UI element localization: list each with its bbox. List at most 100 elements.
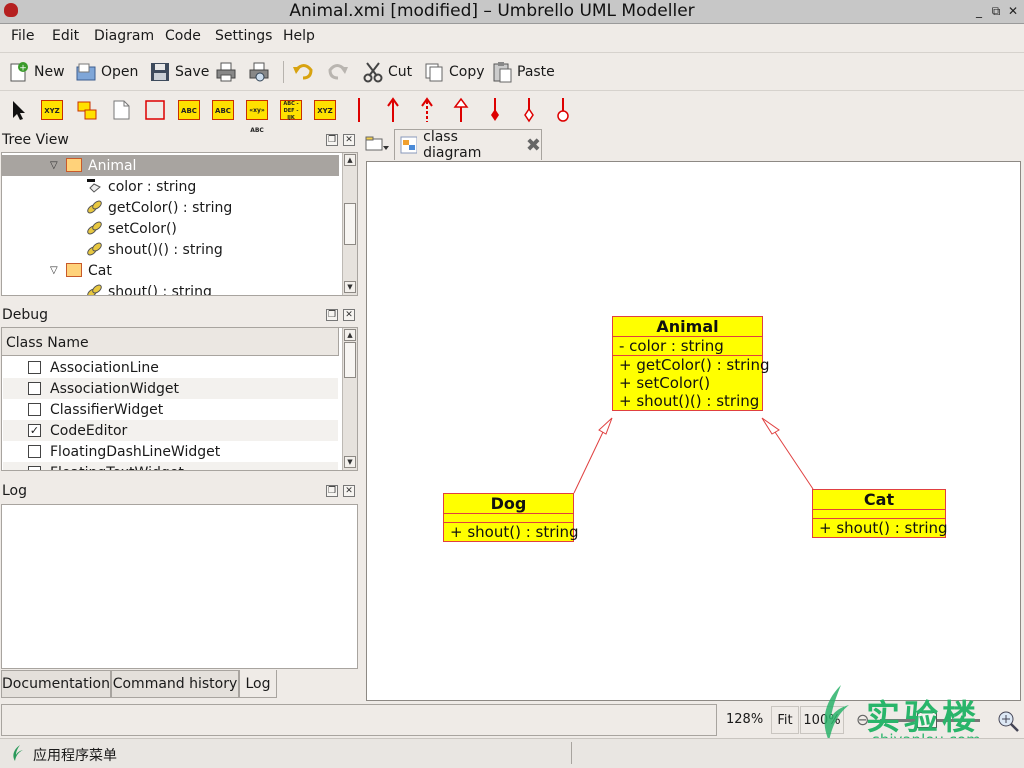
select-tool-button[interactable] [6,97,32,123]
class-dog[interactable]: Dog + shout() : string [443,493,579,542]
class-tool-button[interactable]: XYZ [39,97,65,123]
zoom-fit-button[interactable]: Fit [771,706,799,734]
tab-command-history[interactable]: Command history [111,670,239,698]
class-name-column-header[interactable]: Class Name [2,328,339,356]
enum-tool-button[interactable]: «xy» ABC [244,97,270,134]
dependency-tool-button[interactable] [414,97,440,123]
paste-button[interactable]: Paste [491,59,555,85]
operation-setcolor[interactable]: + setColor() [613,374,762,392]
scroll-up-arrow[interactable]: ▲ [344,154,356,166]
debug-checkbox[interactable] [28,361,41,374]
tree-item[interactable]: shout() : string [2,281,339,295]
new-button[interactable]: + New [8,59,65,85]
debug-scrollbar[interactable]: ▲ ▼ [342,328,357,470]
template-tool-button[interactable]: XYZ [312,97,338,123]
aggregation-tool-button[interactable] [516,97,542,123]
save-button[interactable]: Save [149,59,209,85]
minimize-button[interactable]: _ [972,4,986,18]
entity-tool-button[interactable]: ABC - DEF - IJK [278,97,304,123]
tree-item[interactable]: getColor() : string [2,197,339,218]
debug-class-row[interactable]: ClassifierWidget [3,399,338,420]
scroll-down-arrow[interactable]: ▼ [344,281,356,293]
interface-tool-button[interactable]: ABC [176,97,202,123]
attribute-color[interactable]: - color : string [613,337,762,355]
print-preview-button[interactable] [248,59,270,85]
undo-button[interactable] [292,59,314,85]
close-tab-icon[interactable]: ✖ [526,135,541,156]
tab-class-diagram[interactable]: class diagram ✖ [394,129,542,161]
app-menu-label[interactable]: 应用程序菜单 [33,745,117,765]
pointer-arrow-icon [13,101,25,120]
class-cat[interactable]: Cat + shout() : string [812,489,948,538]
close-panel-button[interactable]: ✕ [343,309,355,321]
float-panel-button[interactable]: ❐ [326,309,338,321]
tree-item[interactable]: setColor() [2,218,339,239]
zoom-in-icon[interactable] [996,709,1020,733]
operation-shout[interactable]: + shout() : string [813,519,948,537]
redo-button[interactable] [327,59,349,85]
debug-checkbox[interactable]: ✓ [28,424,41,437]
menu-file[interactable]: File [11,28,34,44]
expand-chevron-icon[interactable]: ▽ [50,160,58,171]
operation-shout[interactable]: + shout() : string [444,523,579,541]
tree-item[interactable]: ▽ Cat [2,260,339,281]
tree-scrollbar[interactable]: ▲ ▼ [342,153,357,295]
maximize-button[interactable]: ⧉ [989,4,1003,18]
association-tool-button[interactable] [346,97,372,123]
generalization-tool-button[interactable] [448,97,474,123]
menu-code[interactable]: Code [165,28,201,44]
debug-checkbox[interactable] [28,382,41,395]
debug-checkbox[interactable] [28,445,41,458]
scroll-thumb[interactable] [344,203,356,245]
debug-checkbox[interactable] [28,466,41,470]
debug-checkbox[interactable] [28,403,41,416]
tab-documentation[interactable]: Documentation [1,670,111,698]
menu-help[interactable]: Help [283,28,315,44]
close-panel-button[interactable]: ✕ [343,134,355,146]
app-menu-leaf-icon[interactable] [10,744,24,762]
expand-chevron-icon[interactable]: ▽ [50,265,58,276]
print-button[interactable] [215,59,237,85]
tab-log[interactable]: Log [239,670,277,698]
scroll-thumb[interactable] [344,342,356,378]
copy-button[interactable]: Copy [423,59,485,85]
float-panel-button[interactable]: ❐ [326,485,338,497]
tree-item[interactable]: ▽ Animal [2,155,339,176]
close-panel-button[interactable]: ✕ [343,485,355,497]
box-tool-button[interactable] [142,97,168,123]
log-output[interactable] [1,504,358,669]
menu-edit[interactable]: Edit [52,28,79,44]
dog-generalization-line[interactable] [573,431,604,494]
new-diagram-dropdown[interactable] [364,132,390,156]
diagram-canvas[interactable]: Animal - color : string + getColor() : s… [366,161,1021,701]
operation-shout[interactable]: + shout()() : string [613,392,762,410]
tree-item[interactable]: color : string [2,176,339,197]
tree-view-title: Tree View [2,132,69,148]
package-tool-button[interactable] [74,97,100,123]
debug-class-row[interactable]: FloatingTextWidget [3,462,338,470]
debug-class-row[interactable]: AssociationLine [3,357,338,378]
datatype-tool-button[interactable]: ABC [210,97,236,123]
directed-arrow-icon [387,97,399,122]
float-panel-button[interactable]: ❐ [326,134,338,146]
scroll-down-arrow[interactable]: ▼ [344,456,356,468]
tree-item[interactable]: shout()() : string [2,239,339,260]
operation-getcolor[interactable]: + getColor() : string [613,356,769,374]
debug-class-row[interactable]: ✓ CodeEditor [3,420,338,441]
note-tool-button[interactable] [108,97,134,123]
cat-generalization-line[interactable] [774,431,814,490]
debug-class-row[interactable]: AssociationWidget [3,378,338,399]
menu-diagram[interactable]: Diagram [94,28,154,44]
cut-button[interactable]: Cut [362,59,412,85]
close-window-button[interactable]: ✕ [1006,4,1020,18]
debug-class-row[interactable]: FloatingDashLineWidget [3,441,338,462]
class-animal[interactable]: Animal - color : string + getColor() : s… [612,316,769,411]
menu-settings[interactable]: Settings [215,28,272,44]
attributes-section [444,514,573,523]
directed-association-tool-button[interactable] [380,97,406,123]
containment-tool-button[interactable] [550,97,576,123]
composition-tool-button[interactable] [482,97,508,123]
debug-class-label: ClassifierWidget [50,401,164,418]
open-button[interactable]: Open [75,59,138,85]
scroll-up-arrow[interactable]: ▲ [344,329,356,341]
